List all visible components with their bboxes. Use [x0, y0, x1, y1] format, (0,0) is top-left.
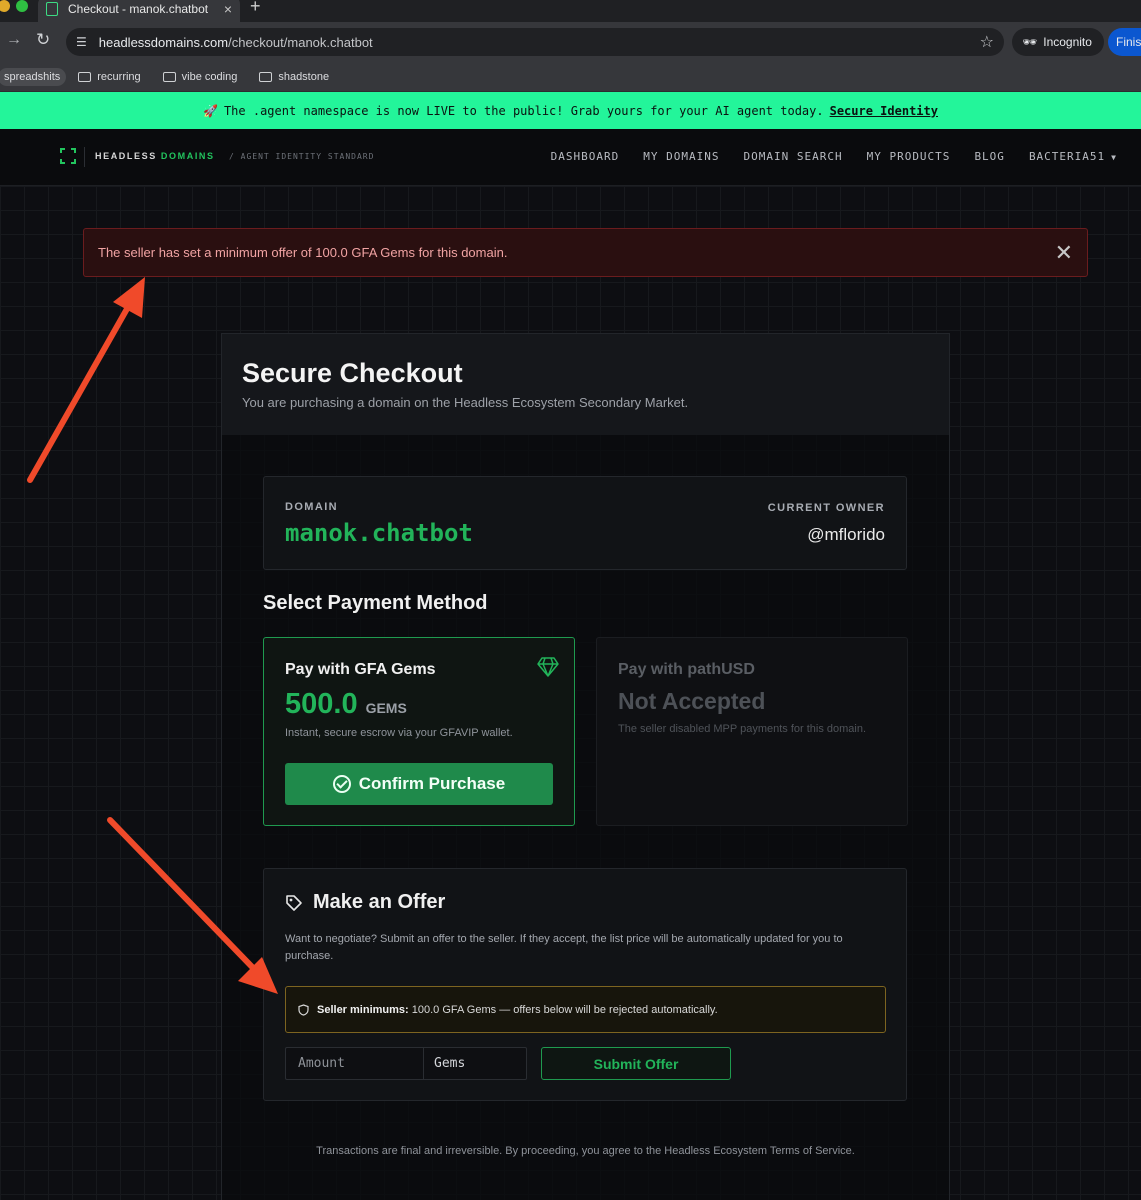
nav-user-menu[interactable]: BACTERIA51 ▼ [1029, 150, 1117, 163]
submit-offer-button[interactable]: Submit Offer [541, 1047, 731, 1080]
user-name: BACTERIA51 [1028, 150, 1106, 163]
gems-price-unit: GEMS [365, 700, 407, 716]
window-minimize-button[interactable] [0, 0, 10, 12]
shield-icon [298, 1003, 309, 1016]
tag-icon [286, 894, 302, 911]
seller-minimum-label: Seller minimums: [317, 1003, 409, 1016]
bookmark-folder[interactable]: vibe coding [162, 70, 238, 83]
url-path: /checkout/manok.chatbot [228, 34, 373, 50]
logo-divider [84, 147, 85, 167]
offer-title-text: Make an Offer [313, 891, 446, 913]
bookmark-item[interactable]: spreadshits [0, 67, 67, 86]
window-zoom-button[interactable] [16, 0, 28, 12]
usd-status: Not Accepted [618, 688, 766, 714]
tab-close-icon[interactable]: × [224, 1, 232, 17]
url-text[interactable]: headlessdomains.com/checkout/manok.chatb… [99, 35, 980, 50]
bookmarks-bar: spreadshits recurring vibe coding shadst… [0, 62, 1141, 92]
make-offer-card: Make an Offer Want to negotiate? Submit … [263, 868, 907, 1101]
owner-handle[interactable]: @mflorido [807, 525, 885, 545]
bookmark-star-icon[interactable]: ☆ [980, 32, 994, 52]
nav-dashboard[interactable]: DASHBOARD [551, 150, 620, 163]
pay-usd-title: Pay with pathUSD [618, 661, 755, 678]
domain-label: DOMAIN [285, 501, 339, 513]
favicon-icon [46, 2, 58, 16]
browser-tabstrip: Checkout - manok.chatbot × + [0, 0, 1141, 22]
confirm-purchase-button[interactable]: Confirm Purchase [285, 763, 553, 805]
brand-right: DOMAINS [160, 151, 215, 161]
bookmark-label: shadstone [278, 70, 330, 83]
pay-usd-card: Pay with pathUSD Not Accepted The seller… [596, 637, 908, 826]
gems-price: 500.0 GEMS [285, 688, 407, 721]
seller-minimum-value: 100.0 GFA Gems — offers below will be re… [411, 1003, 718, 1016]
page-title: Secure Checkout [242, 358, 463, 388]
nav-my-domains[interactable]: MY DOMAINS [643, 150, 719, 163]
bookmark-folder[interactable]: shadstone [259, 71, 329, 83]
nav-my-products[interactable]: MY PRODUCTS [867, 150, 951, 163]
main-nav: DASHBOARD MY DOMAINS DOMAIN SEARCH MY PR… [551, 150, 1117, 163]
incognito-icon: 🕶 [1022, 35, 1038, 49]
brand-name[interactable]: HEADLESS DOMAINS [95, 151, 215, 161]
bookmark-label: vibe coding [181, 70, 238, 83]
check-circle-icon [332, 775, 351, 793]
checkout-header: Secure Checkout You are purchasing a dom… [221, 333, 950, 435]
gems-subtitle: Instant, secure escrow via your GFAVIP w… [285, 727, 513, 739]
site-info-icon[interactable]: ☰ [76, 35, 87, 49]
seller-minimum-text: Seller minimums: 100.0 GFA Gems — offers… [317, 1004, 718, 1016]
pay-gems-title: Pay with GFA Gems [285, 661, 436, 678]
chevron-down-icon: ▼ [1111, 153, 1117, 162]
offer-unit-addon: Gems [423, 1047, 527, 1080]
nav-blog[interactable]: BLOG [974, 150, 1005, 163]
brand-left: HEADLESS [95, 151, 157, 161]
owner-label: CURRENT OWNER [767, 502, 885, 514]
new-tab-button[interactable]: + [250, 0, 261, 17]
offer-amount-input[interactable] [285, 1047, 423, 1080]
bookmark-label: spreadshits [4, 70, 61, 83]
pay-gems-card[interactable]: Pay with GFA Gems 500.0 GEMS Instant, se… [263, 637, 575, 826]
folder-icon [162, 71, 176, 82]
seller-minimum-notice: Seller minimums: 100.0 GFA Gems — offers… [285, 986, 886, 1033]
promo-link[interactable]: Secure Identity [830, 104, 938, 118]
folder-icon [259, 71, 273, 82]
browser-tab-active[interactable]: Checkout - manok.chatbot × [38, 0, 240, 22]
nav-domain-search[interactable]: DOMAIN SEARCH [743, 150, 842, 163]
incognito-label: Incognito [1043, 35, 1092, 49]
url-host: headlessdomains.com [98, 34, 229, 50]
bookmark-label: recurring [97, 70, 141, 83]
logo-icon[interactable] [60, 148, 76, 164]
incognito-badge[interactable]: 🕶 Incognito [1012, 28, 1104, 56]
close-icon[interactable]: ✕ [1055, 241, 1073, 264]
usd-subtitle: The seller disabled MPP payments for thi… [618, 723, 867, 735]
confirm-purchase-label: Confirm Purchase [358, 774, 506, 793]
terms-footer: Transactions are final and irreversible.… [316, 1145, 855, 1157]
domain-name: manok.chatbot [285, 519, 473, 547]
gem-icon [537, 657, 559, 677]
brand-tagline: / AGENT IDENTITY STANDARD [229, 152, 375, 161]
folder-icon [78, 71, 92, 82]
rocket-icon: 🚀 [203, 103, 218, 118]
payment-section-title: Select Payment Method [263, 592, 488, 614]
bookmark-folder[interactable]: recurring [78, 70, 141, 83]
finish-update-button[interactable]: Finis [1108, 28, 1141, 56]
promo-text: The .agent namespace is now LIVE to the … [223, 103, 824, 118]
promo-banner: 🚀 The .agent namespace is now LIVE to th… [0, 92, 1141, 129]
page-subtitle: You are purchasing a domain on the Headl… [242, 395, 689, 410]
gems-price-value: 500.0 [285, 688, 358, 720]
address-bar[interactable]: ☰ headlessdomains.com/checkout/manok.cha… [66, 28, 1004, 56]
domain-card: DOMAIN manok.chatbot CURRENT OWNER @mflo… [263, 476, 907, 570]
browser-toolbar: → ↻ ☰ headlessdomains.com/checkout/manok… [0, 22, 1141, 62]
reload-icon[interactable]: ↻ [36, 30, 50, 50]
forward-icon[interactable]: → [6, 31, 22, 49]
alert-message: The seller has set a minimum offer of 10… [98, 245, 508, 260]
offer-description: Want to negotiate? Submit an offer to th… [285, 933, 843, 962]
offer-title: Make an Offer [285, 891, 445, 914]
tab-title: Checkout - manok.chatbot [68, 2, 209, 16]
site-header: HEADLESS DOMAINS / AGENT IDENTITY STANDA… [0, 129, 1141, 186]
min-offer-alert: The seller has set a minimum offer of 10… [83, 228, 1088, 277]
